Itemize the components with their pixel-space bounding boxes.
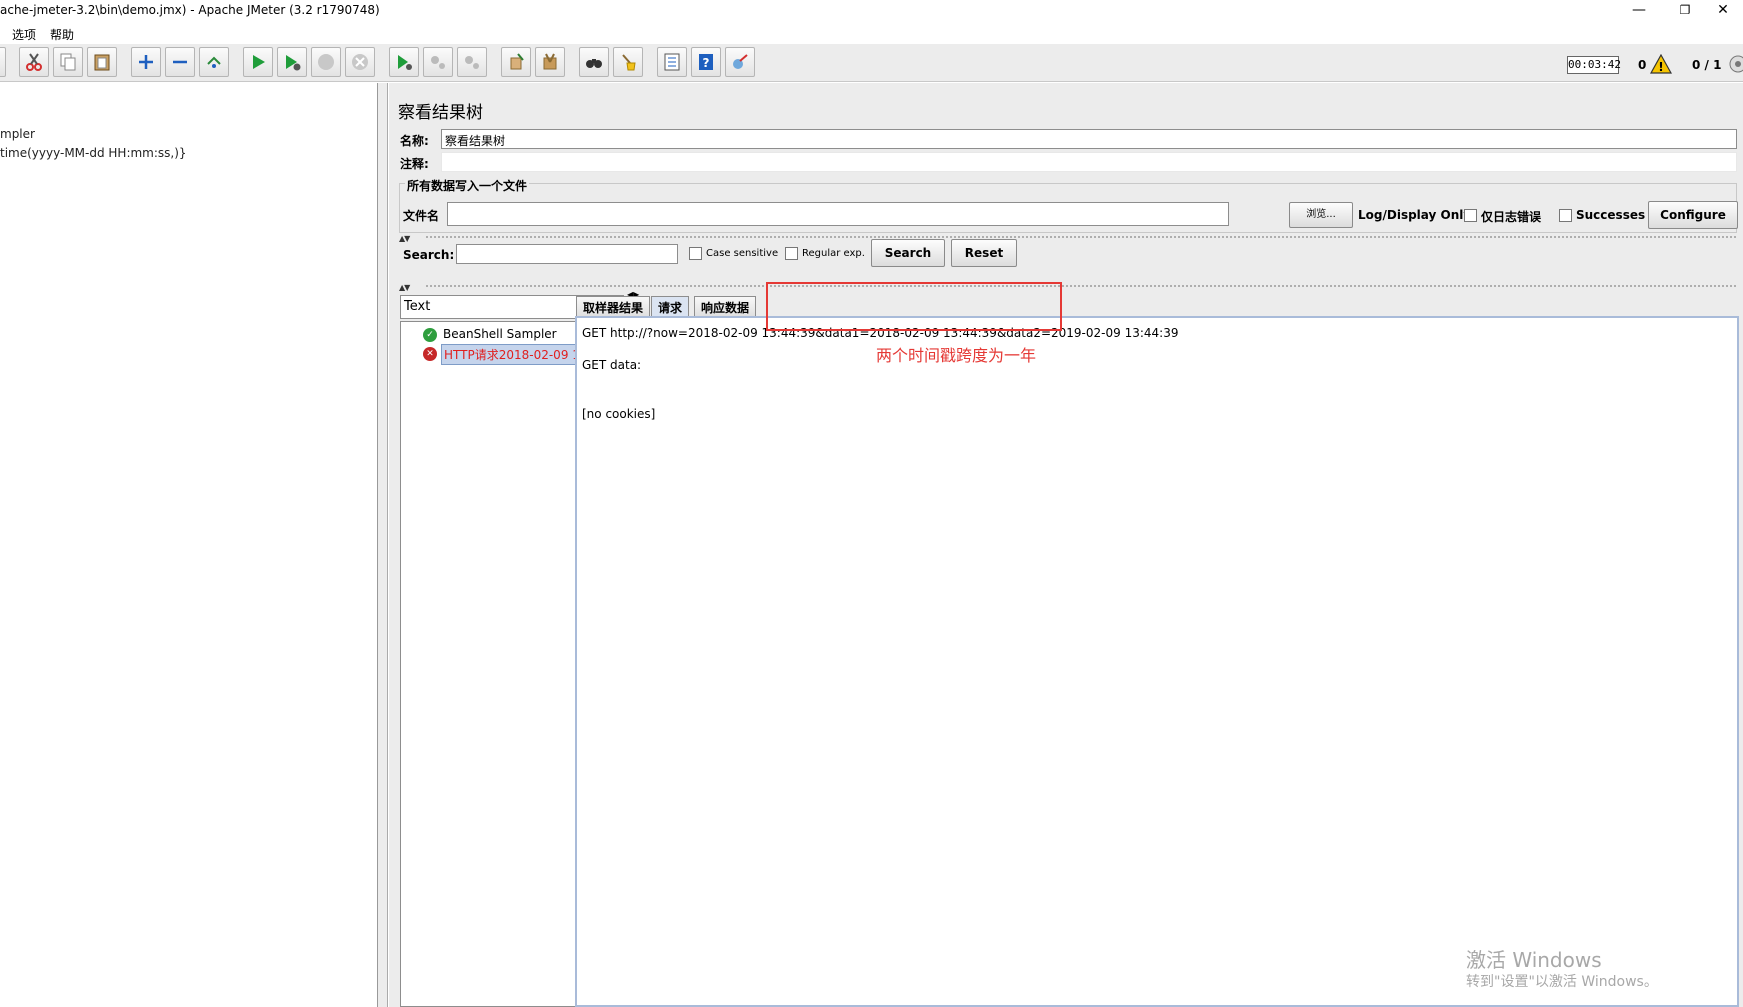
clear-icon[interactable]	[501, 47, 531, 77]
svg-text:?: ?	[703, 56, 710, 70]
annotation-text: 两个时间戳跨度为一年	[876, 346, 1037, 365]
tab-response-data[interactable]: 响应数据	[694, 296, 757, 316]
tab-sampler-result[interactable]: 取样器结果	[576, 296, 651, 316]
errors-only-checkbox[interactable]	[1464, 209, 1477, 222]
search-label: Search:	[403, 248, 455, 262]
paste-icon[interactable]	[87, 47, 117, 77]
start-no-pause-icon[interactable]	[277, 47, 307, 77]
menu-bar: 选项 帮助	[0, 22, 1743, 44]
case-sensitive-label: Case sensitive	[706, 248, 779, 259]
logger-icon[interactable]	[725, 47, 755, 77]
minimize-button[interactable]: —	[1616, 0, 1662, 22]
test-plan-tree[interactable]: mpler time(yyyy-MM-dd HH:mm:ss,)}	[0, 83, 378, 1007]
comment-field[interactable]	[441, 152, 1737, 172]
splitter-grip[interactable]	[425, 235, 1737, 240]
log-display-label: Log/Display Only:	[1358, 208, 1476, 222]
remote-status-icon	[1728, 54, 1743, 77]
stop-icon[interactable]	[311, 47, 341, 77]
toggle-icon[interactable]	[199, 47, 229, 77]
tab-request[interactable]: 请求	[651, 296, 690, 316]
successes-label: Successes	[1576, 208, 1646, 222]
highlight-box	[766, 282, 1062, 331]
menu-help[interactable]: 帮助	[50, 26, 74, 43]
search-icon[interactable]	[579, 47, 609, 77]
result-item-beanshell[interactable]: BeanShell Sampler	[441, 326, 559, 342]
request-data-line: GET data:	[582, 358, 642, 372]
expand-icon[interactable]	[131, 47, 161, 77]
start-icon[interactable]	[243, 47, 273, 77]
function-helper-icon[interactable]	[657, 47, 687, 77]
shutdown-icon[interactable]	[345, 47, 375, 77]
save-icon[interactable]	[0, 47, 6, 77]
collapse-arrows-icon[interactable]: ▲▼	[399, 234, 410, 243]
active-threads: 0 / 1	[1692, 58, 1722, 72]
remote-stop-icon[interactable]	[423, 47, 453, 77]
search-input[interactable]	[456, 244, 678, 264]
copy-icon[interactable]	[53, 47, 83, 77]
elapsed-timer: 00:03:42	[1567, 56, 1621, 74]
renderer-value: Text	[404, 299, 431, 314]
toolbar: ? 00:03:42 0 ! 0 / 1	[0, 44, 1743, 82]
tree-node-time-function[interactable]: time(yyyy-MM-dd HH:mm:ss,)}	[0, 146, 187, 160]
name-label: 名称:	[400, 134, 429, 148]
tree-node-sampler[interactable]: mpler	[0, 127, 35, 141]
errors-only-label: 仅日志错误	[1481, 210, 1542, 224]
activation-watermark-subtitle: 转到"设置"以激活 Windows。	[1466, 974, 1658, 990]
filename-label: 文件名	[403, 209, 440, 223]
remote-exit-icon[interactable]	[457, 47, 487, 77]
successes-checkbox[interactable]	[1559, 209, 1572, 222]
remote-start-icon[interactable]	[389, 47, 419, 77]
regex-checkbox[interactable]	[785, 247, 798, 260]
cut-icon[interactable]	[19, 47, 49, 77]
browse-button[interactable]: 浏览...	[1289, 202, 1353, 228]
activation-watermark-title: 激活 Windows	[1466, 948, 1602, 972]
configure-button[interactable]: Configure	[1648, 201, 1738, 229]
reset-search-icon[interactable]	[613, 47, 643, 77]
menu-options[interactable]: 选项	[12, 26, 36, 43]
name-field[interactable]: 察看结果树	[441, 129, 1737, 149]
reset-button[interactable]: Reset	[951, 239, 1017, 267]
request-text-area[interactable]: GET http://?now=2018-02-09 13:44:39&data…	[575, 316, 1739, 1007]
error-shield-icon: ✕	[423, 347, 437, 361]
warning-count: 0	[1638, 58, 1647, 72]
warning-icon[interactable]: !	[1649, 53, 1673, 77]
svg-text:!: !	[1658, 60, 1663, 74]
collapse-icon[interactable]	[165, 47, 195, 77]
comment-label: 注释:	[400, 157, 429, 171]
success-shield-icon: ✓	[423, 328, 437, 342]
splitter-grip-2[interactable]	[425, 284, 1737, 289]
search-button[interactable]: Search	[871, 239, 945, 267]
vertical-splitter[interactable]	[378, 83, 388, 1007]
clear-all-icon[interactable]	[535, 47, 565, 77]
filename-field[interactable]	[447, 202, 1229, 226]
collapse-arrows-2-icon[interactable]: ▲▼	[399, 283, 410, 292]
close-button[interactable]: ✕	[1700, 0, 1743, 22]
view-results-tree-panel: 察看结果树 名称: 察看结果树 注释: 所有数据写入一个文件 文件名 浏览...…	[389, 83, 1743, 1007]
regex-label: Regular exp.	[802, 248, 865, 259]
file-group-label: 所有数据写入一个文件	[405, 177, 530, 194]
help-icon[interactable]: ?	[691, 47, 721, 77]
page-title: 察看结果树	[398, 103, 483, 123]
window-title: ache-jmeter-3.2\bin\demo.jmx) - Apache J…	[0, 3, 380, 17]
case-sensitive-checkbox[interactable]	[689, 247, 702, 260]
request-cookies-line: [no cookies]	[582, 407, 656, 421]
window-title-bar: ache-jmeter-3.2\bin\demo.jmx) - Apache J…	[0, 0, 1743, 22]
